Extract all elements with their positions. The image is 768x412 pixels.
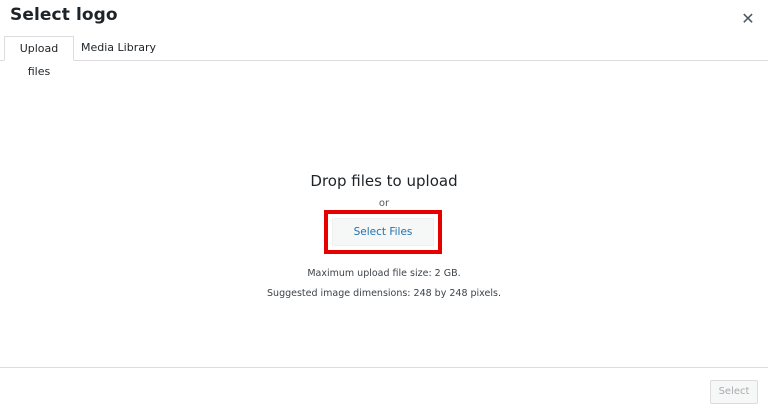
- or-separator-text: or: [378, 198, 390, 209]
- tab-upload-files[interactable]: Upload files: [4, 36, 74, 78]
- modal-title: Select logo: [10, 5, 118, 25]
- select-logo-modal: Select logo ✕ Upload files Media Library…: [0, 0, 768, 412]
- tab-bar: Upload files Media Library: [0, 36, 768, 78]
- max-upload-size-text: Maximum upload file size: 2 GB.: [307, 268, 461, 279]
- select-files-button[interactable]: Select Files: [332, 218, 434, 246]
- tab-media-library[interactable]: Media Library: [76, 36, 161, 61]
- modal-footer: Select: [0, 367, 768, 412]
- suggested-dimensions-text: Suggested image dimensions: 248 by 248 p…: [267, 288, 501, 299]
- select-button[interactable]: Select: [710, 380, 758, 404]
- close-icon[interactable]: ✕: [738, 8, 758, 28]
- drop-files-heading: Drop files to upload: [310, 172, 458, 190]
